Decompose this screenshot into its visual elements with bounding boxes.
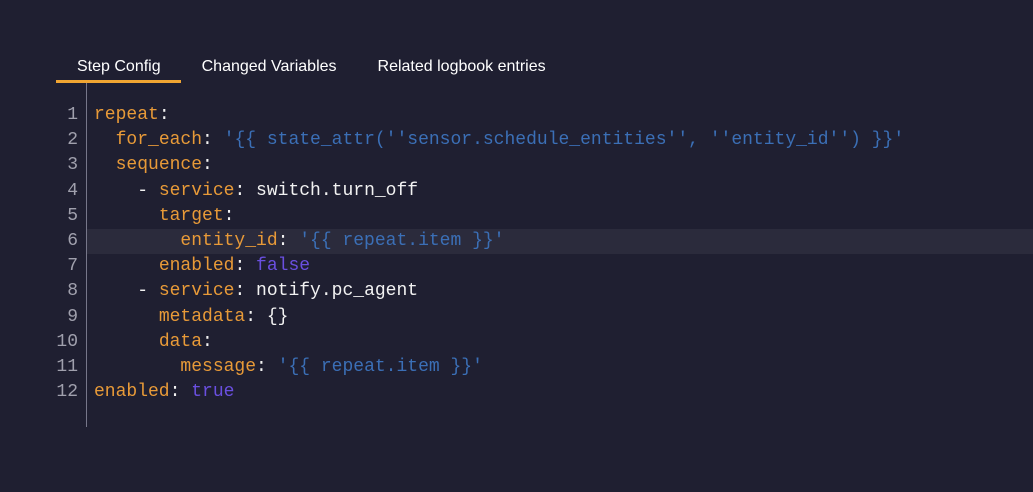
yaml-value: true (191, 382, 235, 403)
code-text: data: (94, 330, 213, 355)
separator: : (202, 130, 224, 151)
separator: : (202, 155, 213, 176)
yaml-value: false (256, 256, 311, 277)
separator: : (245, 306, 267, 327)
line-number: 12 (56, 382, 78, 403)
yaml-value: switch.turn_off (256, 180, 419, 201)
line-number: 9 (67, 306, 78, 327)
code-text: enabled: true (94, 380, 234, 405)
tab-step-config[interactable]: Step Config (56, 52, 181, 83)
yaml-key: service (158, 281, 235, 302)
code-line[interactable]: 6 entity_id: '{{ repeat.item }}' (56, 228, 1033, 255)
tab-changed-variables[interactable]: Changed Variables (181, 52, 357, 83)
code-lines: 1 repeat: 2 for_each: '{{ state_attr(''sen… (56, 103, 1033, 405)
line-number: 7 (67, 256, 78, 277)
code-text: for_each: '{{ state_attr(''sensor.schedu… (94, 128, 905, 153)
code-text: metadata: {} (94, 305, 289, 330)
code-text: - service: notify.pc_agent (94, 279, 418, 304)
yaml-value: notify.pc_agent (256, 281, 419, 302)
line-number: 1 (67, 105, 78, 125)
code-text: sequence: (94, 153, 213, 178)
yaml-value: {} (266, 306, 289, 327)
line-number: 10 (56, 331, 78, 352)
yaml-key: entity_id (180, 230, 278, 251)
line-number: 2 (67, 130, 78, 151)
code-text: entity_id: '{{ repeat.item }}' (94, 229, 504, 254)
separator: : (202, 331, 213, 352)
yaml-value: '{{ repeat.item }}' (299, 230, 505, 251)
tab-bar: Step Config Changed Variables Related lo… (56, 52, 566, 83)
code-line[interactable]: 9 metadata: {} (56, 305, 1033, 330)
code-line[interactable]: 7 enabled: false (56, 254, 1033, 279)
tab-related-logbook-entries[interactable]: Related logbook entries (357, 52, 566, 83)
yaml-key: enabled (158, 256, 235, 277)
code-text: repeat: (94, 103, 170, 128)
separator: : (223, 205, 235, 226)
line-number: 4 (67, 180, 78, 201)
yaml-key: metadata (158, 306, 246, 327)
code-line[interactable]: 10 data: (56, 330, 1033, 355)
code-line[interactable]: 4 - service: switch.turn_off (56, 179, 1033, 204)
separator: : (234, 256, 257, 277)
line-number: 5 (67, 205, 78, 226)
code-line[interactable]: 2 for_each: '{{ state_attr(''sensor.sche… (56, 128, 1033, 153)
line-number: 11 (56, 356, 78, 377)
code-line[interactable]: 11 message: '{{ repeat.item }}' (56, 355, 1033, 380)
separator: : (234, 281, 257, 302)
yaml-value: '{{ repeat.item }}' (277, 356, 483, 377)
indent: - (94, 180, 159, 201)
yaml-key: target (158, 205, 224, 226)
code-text: target: (94, 204, 235, 229)
yaml-key: data (158, 331, 203, 352)
separator: : (256, 356, 278, 377)
separator: : (169, 382, 192, 403)
code-line[interactable]: 8 - service: notify.pc_agent (56, 279, 1033, 304)
separator: : (234, 180, 257, 201)
separator: : (158, 105, 170, 125)
code-line[interactable]: 5 target: (56, 204, 1033, 229)
code-line[interactable]: 12 enabled: true (56, 380, 1033, 405)
yaml-key: sequence (115, 155, 203, 176)
indent: - (94, 281, 159, 302)
code-text: enabled: false (94, 254, 310, 279)
code-text: message: '{{ repeat.item }}' (94, 355, 483, 380)
line-number: 3 (67, 155, 78, 176)
yaml-value: '{{ state_attr(''sensor.schedule_entitie… (223, 130, 905, 151)
yaml-key: repeat (94, 105, 159, 125)
code-line[interactable]: 3 sequence: (56, 153, 1033, 178)
yaml-code-editor[interactable]: 1 repeat: 2 for_each: '{{ state_attr(''sen… (56, 83, 1033, 427)
yaml-key: for_each (115, 130, 203, 151)
separator: : (277, 230, 300, 251)
yaml-key: enabled (94, 382, 170, 403)
yaml-key: message (180, 356, 257, 377)
line-number: 8 (67, 281, 78, 302)
code-text: - service: switch.turn_off (94, 179, 418, 204)
code-line[interactable]: 1 repeat: (56, 103, 1033, 128)
line-number: 6 (67, 230, 78, 251)
yaml-key: service (158, 180, 235, 201)
